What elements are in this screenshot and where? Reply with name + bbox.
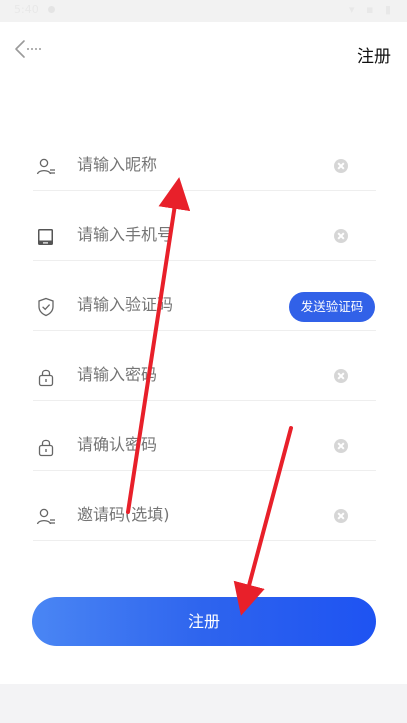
clear-icon[interactable] xyxy=(334,369,348,383)
send-code-button[interactable]: 发送验证码 xyxy=(289,292,375,322)
verification-code-input[interactable] xyxy=(77,295,307,314)
status-time: 5:40 xyxy=(14,3,39,16)
status-icons: ▾ ▪ ▮ xyxy=(348,3,395,16)
register-submit-button[interactable]: 注册 xyxy=(32,597,376,646)
clear-icon[interactable] xyxy=(334,229,348,243)
clear-icon[interactable] xyxy=(334,509,348,523)
confirm-password-input[interactable] xyxy=(77,435,307,454)
user-icon xyxy=(36,158,55,175)
nickname-input[interactable] xyxy=(77,155,307,174)
phone-input[interactable] xyxy=(77,225,307,244)
phone-icon xyxy=(38,229,53,245)
lock-icon xyxy=(38,369,54,387)
bottom-bar xyxy=(0,684,407,723)
phone-row xyxy=(33,191,376,261)
lock-icon xyxy=(38,439,54,457)
password-row xyxy=(33,331,376,401)
confirm-password-row xyxy=(33,401,376,471)
clear-icon[interactable] xyxy=(334,159,348,173)
shield-icon xyxy=(38,297,54,317)
user-icon xyxy=(36,508,55,525)
status-bar: 5:40 ▾ ▪ ▮ xyxy=(0,0,407,22)
back-arrow-icon xyxy=(15,40,41,58)
clear-icon[interactable] xyxy=(334,439,348,453)
notification-dot-icon xyxy=(48,6,55,13)
header-register-button[interactable]: 注册 xyxy=(357,42,391,67)
register-form: 发送验证码 xyxy=(33,121,376,541)
invite-code-row xyxy=(33,471,376,541)
invite-code-input[interactable] xyxy=(77,505,307,524)
nickname-row xyxy=(33,121,376,191)
back-button[interactable] xyxy=(12,36,48,64)
password-input[interactable] xyxy=(77,365,307,384)
